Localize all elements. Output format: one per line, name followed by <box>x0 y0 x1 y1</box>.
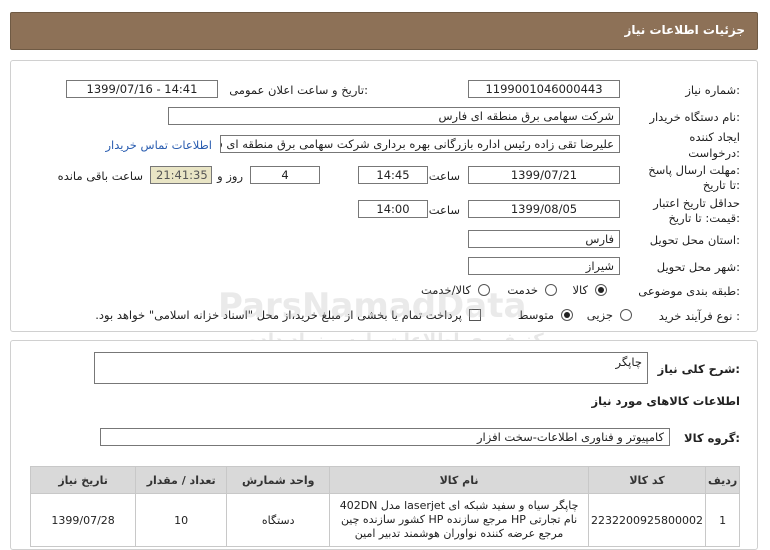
goods-group-field: کامپیوتر و فناوری اطلاعات-سخت افزار <box>100 428 670 446</box>
table-row: 1399/07/28 10 دستگاه چاپگر سیاه و سفید ش… <box>29 493 740 547</box>
remaining-time-label: ساعت باقی مانده <box>57 169 143 183</box>
announce-date-label: تاریخ و ساعت اعلان عمومی: <box>229 83 368 97</box>
process-type-label: نوع فرآیند خرید : <box>658 309 740 323</box>
validity-date-field: 1399/08/05 <box>468 200 620 218</box>
city-label: شهر محل تحویل: <box>656 260 740 274</box>
creator-label-line1: ایجاد کننده <box>689 130 740 144</box>
col-need-date: تاریخ نیاز <box>29 466 137 494</box>
validity-label-line1: حداقل تاریخ اعتبار <box>653 196 740 210</box>
remaining-time-field: 21:41:35 <box>150 166 212 184</box>
validity-time-field: 14:00 <box>358 200 428 218</box>
buyer-org-label: نام دستگاه خریدار: <box>649 110 740 124</box>
remaining-days-field: 4 <box>250 166 320 184</box>
col-item-name: نام کالا <box>329 466 589 494</box>
category-service-label: خدمت <box>507 283 538 297</box>
deadline-time-field: 14:45 <box>358 166 428 184</box>
summary-field: چاپگر <box>94 352 648 384</box>
buyer-org-field: شرکت سهامی برق منطقه ای فارس <box>168 107 620 125</box>
days-label: روز و <box>217 169 243 183</box>
deadline-label-line2: تا تاریخ: <box>702 178 740 192</box>
need-number-field: 1199001046000443 <box>468 80 620 98</box>
col-row: ردیف <box>705 466 740 494</box>
col-unit: واحد شمارش <box>226 466 331 494</box>
deadline-time-label: ساعت <box>428 169 460 183</box>
cell-item-name: چاپگر سیاه و سفید شبکه ای laserjet مدل 4… <box>329 493 589 547</box>
deadline-date-field: 1399/07/21 <box>468 166 620 184</box>
cell-need-date: 1399/07/28 <box>29 493 137 547</box>
cell-row-index: 1 <box>705 493 740 547</box>
cell-unit: دستگاه <box>226 493 331 547</box>
need-number-label: شماره نیاز: <box>685 83 740 97</box>
announce-date-field: 1399/07/16 - 14:41 <box>66 80 218 98</box>
category-goods-radio[interactable] <box>595 284 607 296</box>
validity-label-line2: قیمت: تا تاریخ: <box>668 211 740 225</box>
col-quantity: تعداد / مقدار <box>135 466 228 494</box>
category-service-radio[interactable] <box>545 284 557 296</box>
process-minor-radio[interactable] <box>620 309 632 321</box>
creator-label-line2: درخواست: <box>688 146 740 160</box>
goods-group-label: گروه کالا: <box>684 431 740 445</box>
goods-section-title: اطلاعات کالاهای مورد نیاز <box>591 394 740 408</box>
category-goods-label: کالا <box>572 283 588 297</box>
buyer-contact-link[interactable]: اطلاعات تماس خریدار <box>105 138 212 152</box>
process-minor-label: جزیی <box>586 308 613 322</box>
category-label: طبقه بندی موضوعی: <box>638 284 740 298</box>
page-title: جزئیات اطلاعات نیاز <box>624 23 745 37</box>
summary-label: شرح کلی نیاز: <box>657 362 740 376</box>
cell-quantity: 10 <box>135 493 228 547</box>
treasury-payment-note: پرداخت تمام یا بخشی از مبلغ خرید،از محل … <box>95 308 462 322</box>
category-goods-service-radio[interactable] <box>478 284 490 296</box>
province-field: فارس <box>468 230 620 248</box>
province-label: استان محل تحویل: <box>649 233 740 247</box>
process-medium-label: متوسط <box>517 308 554 322</box>
cell-item-code: 2232200925800002 <box>587 493 707 547</box>
category-goods-service-label: کالا/خدمت <box>420 283 471 297</box>
goods-table-header: تاریخ نیاز تعداد / مقدار واحد شمارش نام … <box>29 466 740 494</box>
deadline-label-line1: مهلت ارسال پاسخ: <box>648 163 740 177</box>
col-item-code: کد کالا <box>587 466 707 494</box>
treasury-payment-checkbox[interactable] <box>469 309 481 321</box>
page-header: جزئیات اطلاعات نیاز <box>10 12 758 50</box>
validity-time-label: ساعت <box>428 203 460 217</box>
creator-field: علیرضا تقی زاده رئیس اداره بازرگانی بهره… <box>220 135 620 153</box>
process-medium-radio[interactable] <box>561 309 573 321</box>
city-field: شیراز <box>468 257 620 275</box>
goods-table: تاریخ نیاز تعداد / مقدار واحد شمارش نام … <box>29 466 740 547</box>
